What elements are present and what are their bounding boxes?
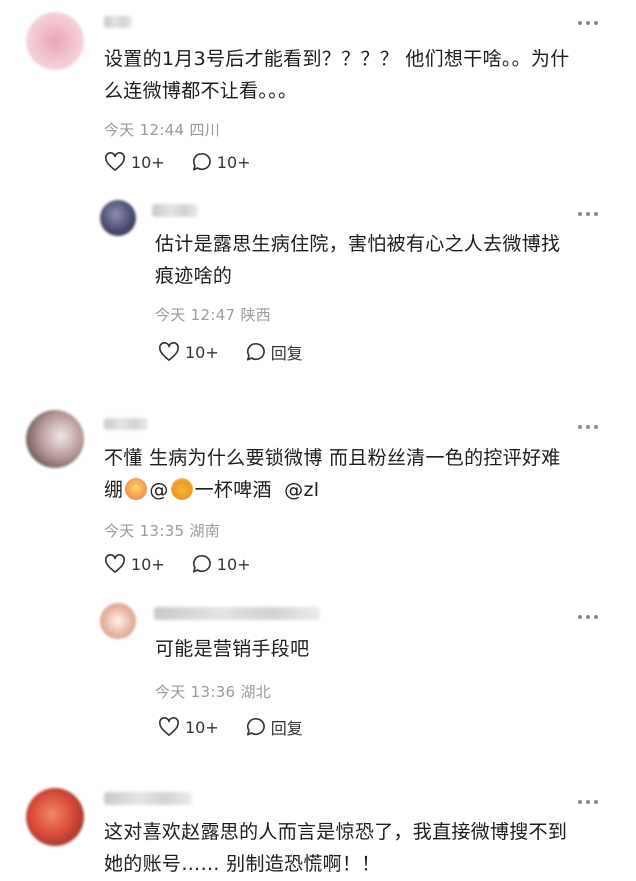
comment-actions: 10+ 10+: [104, 554, 277, 574]
avatar[interactable]: [100, 200, 136, 236]
heart-icon: [105, 554, 125, 573]
more-dots-icon[interactable]: [578, 20, 598, 26]
like-count: 10+: [185, 717, 219, 737]
reply-item: 估计是露思生病住院，害怕被有心之人去微博找 痕迹啥的 今天 12:47 陕西 1…: [0, 190, 636, 380]
reply-actions: 10+ 回复: [158, 715, 329, 739]
reply-button[interactable]: 10+: [191, 152, 251, 172]
username-blurred[interactable]: [152, 204, 198, 217]
comment-meta: 今天 12:44 四川: [104, 121, 221, 139]
like-button[interactable]: 10+: [158, 717, 219, 737]
reply-meta: 今天 13:36 湖北: [155, 683, 272, 701]
more-dots-icon[interactable]: [578, 424, 598, 430]
username-blurred[interactable]: [104, 16, 132, 28]
comment-item: 设置的1月3号后才能看到？？？？ 他们想干啥。。为什 么连微博都不让看。。。 今…: [0, 0, 636, 200]
comment-item: 这对喜欢赵露思的人而言是惊恐了，我直接微博搜不到 她的账号…… 别制造恐慌啊！！: [0, 780, 636, 881]
more-dots-icon[interactable]: [578, 211, 598, 217]
comment-text: 不懂 生病为什么要锁微博 而且粉丝清一色的控评好难 绷 @ 一杯啤酒 @zl: [104, 447, 561, 501]
username-blurred[interactable]: [104, 418, 148, 430]
comment-actions: 10+ 10+: [104, 152, 277, 172]
reply-meta: 今天 12:47 陕西: [155, 306, 272, 324]
avatar[interactable]: [26, 12, 84, 70]
beer-emoji-icon: [170, 478, 193, 500]
reply-count: 10+: [216, 554, 251, 574]
reply-text: 估计是露思生病住院，害怕被有心之人去微博找 痕迹啥的: [155, 233, 561, 287]
reply-text: 可能是营销手段吧: [155, 638, 310, 660]
avatar[interactable]: [26, 788, 84, 846]
like-button[interactable]: 10+: [158, 342, 219, 362]
reply-item: 可能是营销手段吧 今天 13:36 湖北 10+ 回复: [0, 595, 636, 770]
reply-label: 回复: [270, 719, 303, 738]
crying-emoji-icon: [125, 478, 148, 500]
comment-text: 设置的1月3号后才能看到？？？？ 他们想干啥。。为什 么连微博都不让看。。。: [104, 48, 570, 102]
like-count: 10+: [131, 554, 165, 574]
username-blurred[interactable]: [154, 607, 320, 620]
mention[interactable]: @zl: [284, 479, 319, 501]
reply-button[interactable]: 回复: [245, 715, 303, 739]
avatar[interactable]: [100, 603, 136, 639]
like-button[interactable]: 10+: [104, 554, 165, 574]
speech-bubble-icon: [246, 342, 265, 361]
heart-icon: [159, 717, 179, 736]
like-count: 10+: [131, 152, 165, 172]
speech-bubble-icon: [192, 554, 211, 573]
like-count: 10+: [185, 342, 219, 362]
like-button[interactable]: 10+: [104, 152, 165, 172]
comment-item: 不懂 生病为什么要锁微博 而且粉丝清一色的控评好难 绷 @ 一杯啤酒 @zl 今天 …: [0, 400, 636, 590]
more-dots-icon[interactable]: [578, 799, 598, 805]
username-blurred[interactable]: [104, 792, 192, 805]
reply-count: 10+: [216, 152, 251, 172]
heart-icon: [159, 342, 179, 361]
reply-button[interactable]: 10+: [191, 554, 251, 574]
reply-button[interactable]: 回复: [245, 340, 303, 364]
more-dots-icon[interactable]: [578, 614, 598, 620]
heart-icon: [105, 152, 125, 171]
speech-bubble-icon: [192, 152, 211, 171]
avatar[interactable]: [26, 410, 84, 468]
reply-actions: 10+ 回复: [158, 340, 329, 364]
comment-text: 这对喜欢赵露思的人而言是惊恐了，我直接微博搜不到 她的账号…… 别制造恐慌啊！！: [104, 821, 568, 875]
comment-meta: 今天 13:35 湖南: [104, 522, 221, 540]
speech-bubble-icon: [246, 717, 265, 736]
mention[interactable]: @ 一杯啤酒: [149, 478, 272, 501]
reply-label: 回复: [270, 344, 303, 363]
